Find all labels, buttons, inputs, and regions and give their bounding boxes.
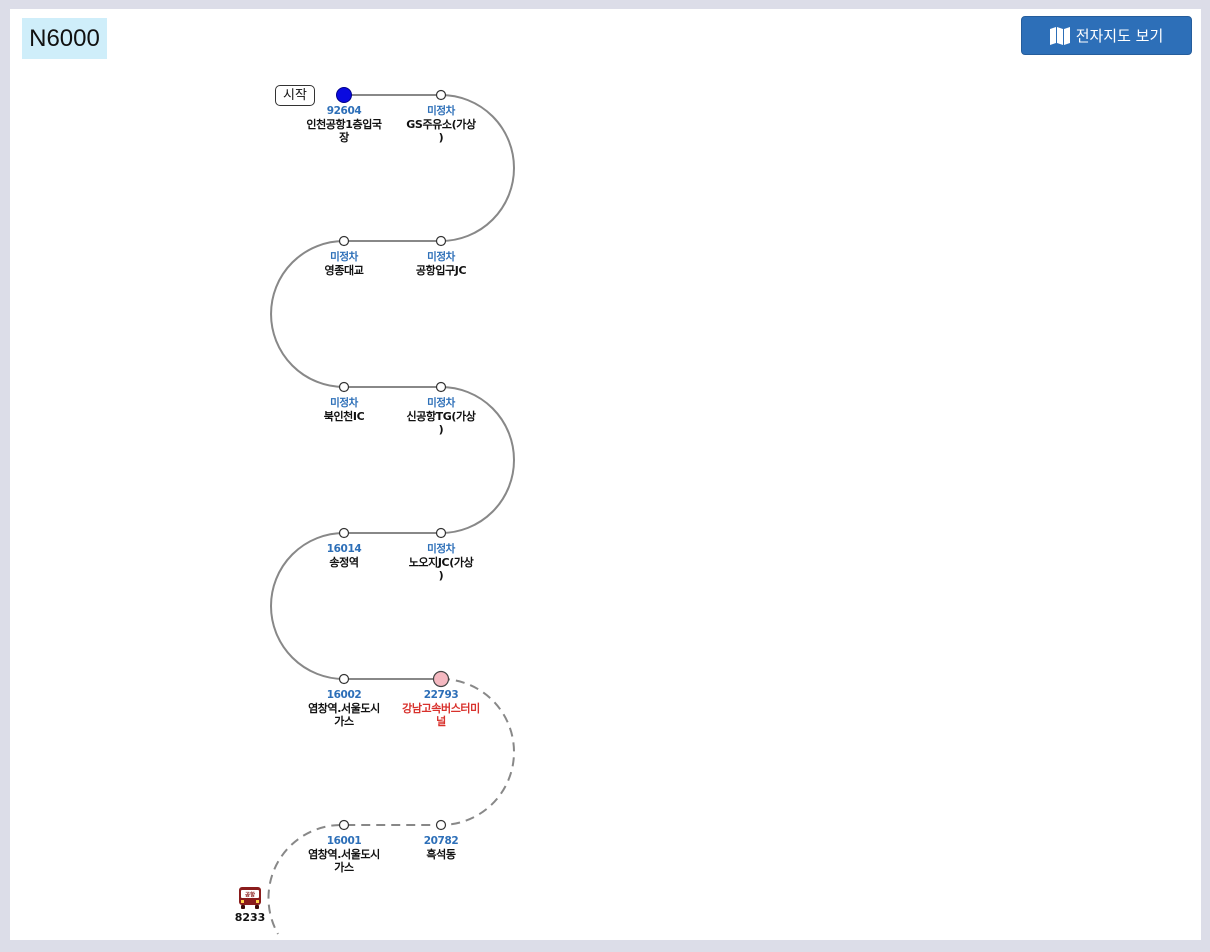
stop-dot-current[interactable] <box>432 670 450 688</box>
stop-id: 미정차 <box>427 543 455 555</box>
bus-route-type: 공항 <box>245 891 255 899</box>
route-diagram <box>267 87 515 935</box>
stop-id: 미정차 <box>427 397 455 409</box>
stop-dot-start[interactable] <box>336 87 352 103</box>
stop-name: 인천공항1층입국 장 <box>306 118 382 144</box>
stop-label[interactable]: 미정차 공항입구JC <box>396 251 486 277</box>
stop-id: 미정차 <box>330 397 358 409</box>
stop-label[interactable]: 16002 염창역.서울도시 가스 <box>299 689 389 728</box>
stop-label[interactable]: 미정차 영종대교 <box>299 251 389 277</box>
stop-label[interactable]: 22793 강남고속버스터미 널 <box>396 689 486 728</box>
stop-id: 16014 <box>326 543 362 555</box>
stop-name: 신공항TG(가상 ) <box>406 410 476 436</box>
stop-dot[interactable] <box>338 235 350 247</box>
stop-id: 16001 <box>326 835 362 847</box>
stop-id: 22793 <box>423 689 459 701</box>
stop-name: 북인천IC <box>323 410 365 423</box>
stop-name: GS주유소(가상 ) <box>406 118 476 144</box>
stop-label[interactable]: 미정차 GS주유소(가상 ) <box>396 105 486 144</box>
bus-icon: 공항 <box>239 887 261 909</box>
stop-dot[interactable] <box>435 235 447 247</box>
stop-name: 염창역.서울도시 가스 <box>308 702 380 728</box>
stop-label[interactable]: 16014 송정역 <box>299 543 389 569</box>
stop-id: 20782 <box>423 835 459 847</box>
stop-id: 92604 <box>326 105 362 117</box>
stop-id: 미정차 <box>330 251 358 263</box>
stop-name: 송정역 <box>329 556 359 569</box>
bus-marker[interactable]: 공항 8233 <box>234 886 266 924</box>
stop-dot[interactable] <box>435 89 447 101</box>
stop-dot[interactable] <box>338 527 350 539</box>
stop-label[interactable]: 20782 흑석동 <box>396 835 486 861</box>
stop-name: 노오지JC(가상 ) <box>408 556 474 582</box>
stop-name: 염창역.서울도시 가스 <box>308 848 380 874</box>
stop-id: 16002 <box>326 689 362 701</box>
stop-dot[interactable] <box>338 673 350 685</box>
stop-label[interactable]: 미정차 신공항TG(가상 ) <box>396 397 486 436</box>
stop-dot[interactable] <box>435 527 447 539</box>
stop-label[interactable]: 미정차 노오지JC(가상 ) <box>396 543 486 582</box>
stop-id: 미정차 <box>427 251 455 263</box>
stop-id: 미정차 <box>427 105 455 117</box>
stop-label[interactable]: 92604 인천공항1층입국 장 <box>299 105 389 144</box>
stop-label[interactable]: 미정차 북인천IC <box>299 397 389 423</box>
route-panel: N6000 전자지도 보기 시작 92604 인천공항1층입국 장 미정차 GS주유소… <box>10 9 1201 940</box>
stop-name: 흑석동 <box>426 848 456 861</box>
stop-dot[interactable] <box>338 819 350 831</box>
stop-name: 공항입구JC <box>415 264 467 277</box>
stop-dot[interactable] <box>338 381 350 393</box>
stop-name: 영종대교 <box>324 264 364 277</box>
start-badge: 시작 <box>275 85 315 106</box>
stop-label[interactable]: 16001 염창역.서울도시 가스 <box>299 835 389 874</box>
stop-name: 강남고속버스터미 널 <box>402 702 480 728</box>
stop-dot[interactable] <box>435 381 447 393</box>
bus-number: 8233 <box>234 911 266 924</box>
route-line-passed <box>270 94 515 680</box>
stop-dot[interactable] <box>435 819 447 831</box>
